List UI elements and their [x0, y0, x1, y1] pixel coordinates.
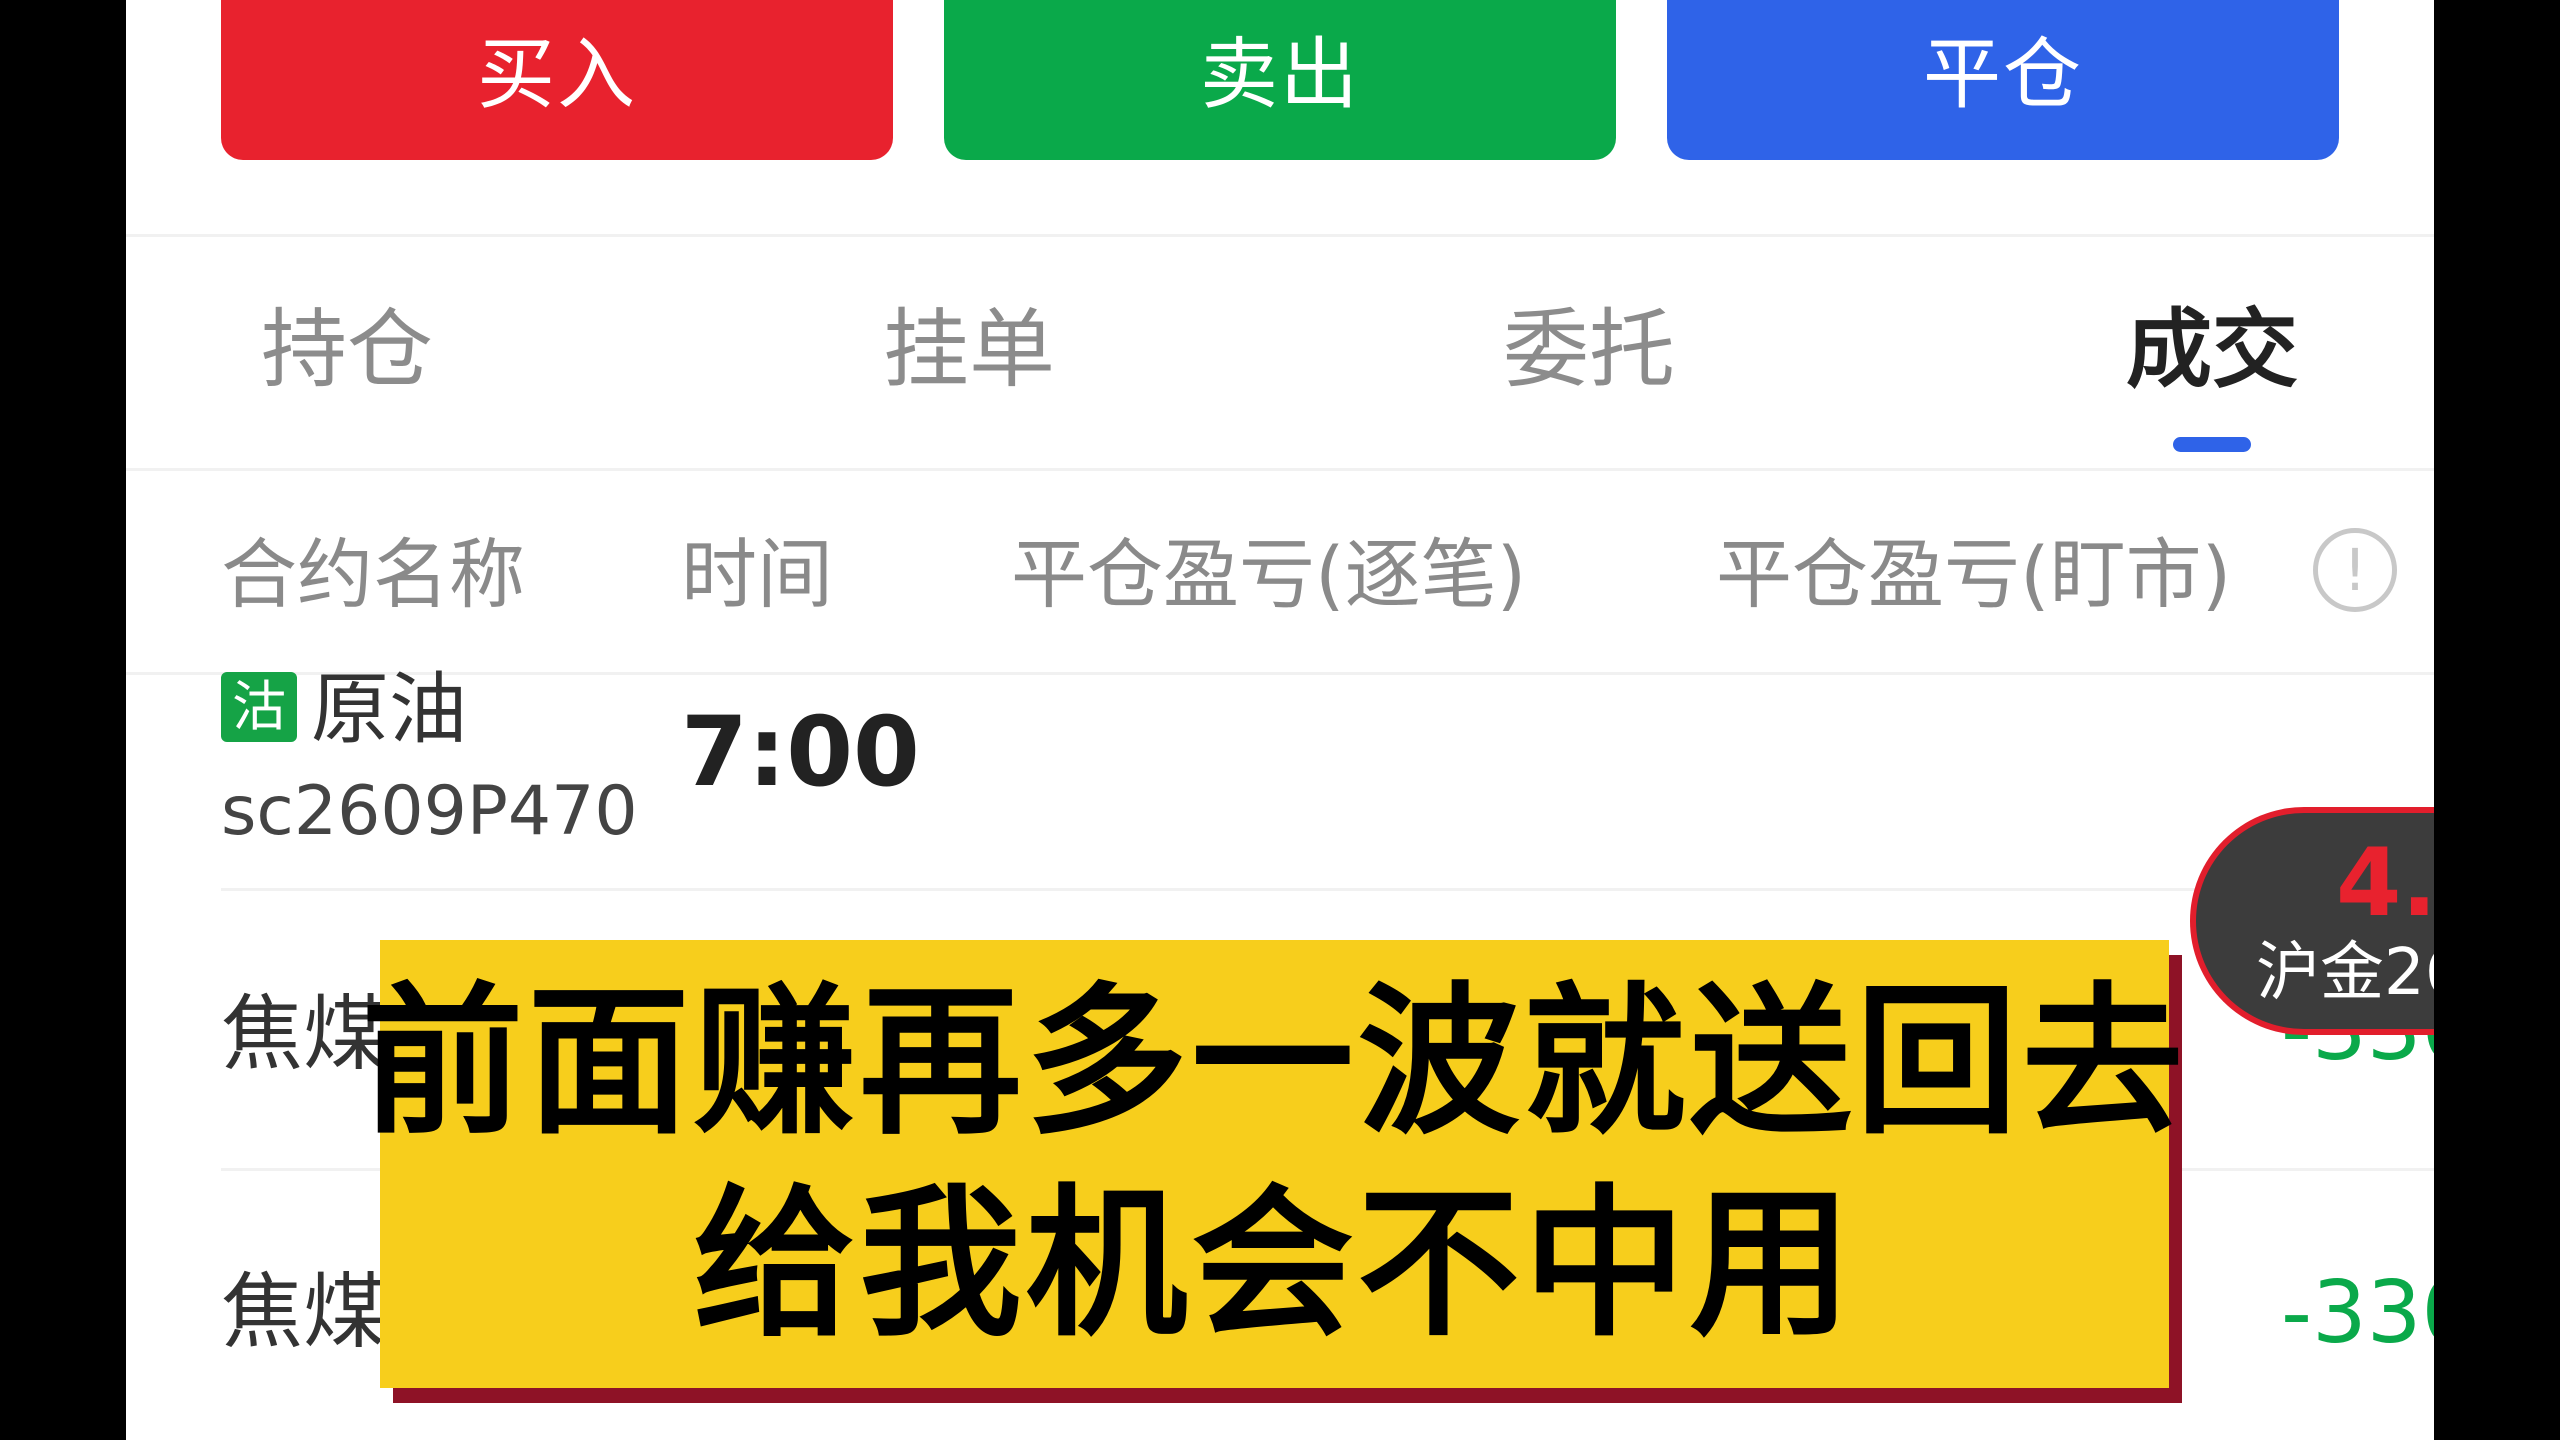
column-header-contract: 合约名称: [221, 530, 525, 619]
pnl-value: -330: [2281, 1263, 2434, 1363]
contract-name: 原油: [311, 665, 468, 755]
tab-orders[interactable]: 委托: [1439, 295, 1739, 405]
floating-quote-widget[interactable]: 4.10 沪金2609.: [2190, 807, 2434, 1035]
caption-line-2: 给我机会不中用: [693, 1171, 1856, 1359]
video-caption: 前面赚再多一波就送回去 给我机会不中用: [362, 940, 2184, 1388]
column-header-time: 时间: [681, 530, 833, 619]
caption-line-1: 前面赚再多一波就送回去: [361, 969, 2188, 1157]
divider: [126, 234, 2434, 237]
quote-contract-name: 沪金2609.: [2256, 936, 2434, 1010]
quote-price: 4.10: [2336, 829, 2434, 938]
contract-name: 焦煤: [221, 1265, 386, 1360]
close-position-button[interactable]: 平仓: [1667, 0, 2339, 160]
column-header-pnl-mark-to-market[interactable]: 平仓盈亏(盯市): [1716, 520, 2231, 630]
tab-positions[interactable]: 持仓: [197, 295, 497, 405]
divider: [126, 468, 2434, 471]
contract-code: sc2609P470: [221, 772, 638, 851]
tab-trades[interactable]: 成交: [2062, 295, 2362, 405]
trade-time: 7:00: [681, 696, 920, 808]
contract-name: 焦煤: [221, 987, 386, 1082]
sell-button[interactable]: 卖出: [944, 0, 1616, 160]
info-icon[interactable]: !: [2313, 528, 2397, 612]
put-option-badge: 沽: [221, 672, 297, 742]
buy-button[interactable]: 买入: [221, 0, 893, 160]
active-tab-indicator: [2173, 437, 2251, 452]
divider: [126, 672, 2434, 675]
tab-pending-orders[interactable]: 挂单: [819, 295, 1119, 405]
column-header-pnl-per-trade[interactable]: 平仓盈亏(逐笔): [1011, 520, 1526, 630]
divider: [221, 888, 2434, 891]
